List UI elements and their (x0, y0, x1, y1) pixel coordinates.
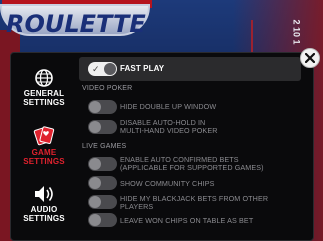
speaker-icon (35, 186, 53, 202)
toggle-knob (89, 158, 101, 170)
toggle-knob (89, 214, 101, 226)
hide-double-up-label: HIDE DOUBLE UP WINDOW (120, 102, 217, 111)
auto-confirm-label: ENABLE AUTO CONFIRMED BETS (APPLICABLE F… (120, 155, 264, 172)
logo-text: ROULETTE (6, 10, 146, 38)
toggle-knob (89, 121, 101, 133)
hide-blackjack-bets-label: HIDE MY BLACKJACK BETS FROM OTHER PLAYER… (120, 194, 269, 211)
sidebar-item-label: AUDIO SETTINGS (23, 205, 65, 223)
sidebar-item-general-settings[interactable]: GENERAL SETTINGS (11, 67, 77, 107)
section-title-video-poker: VIDEO POKER (82, 85, 133, 92)
toggle-knob (89, 101, 101, 113)
globe-gear-icon (35, 69, 53, 87)
setting-row-community-chips: SHOW COMMUNITY CHIPS (79, 175, 309, 193)
toggle-knob (104, 63, 116, 75)
fast-play-row: ✓ FAST PLAY (79, 57, 301, 81)
close-icon (305, 53, 315, 63)
setting-row-leave-won-chips: LEAVE WON CHIPS ON TABLE AS BET (79, 212, 309, 230)
auto-confirm-toggle[interactable] (88, 157, 117, 171)
toggle-knob (89, 177, 101, 189)
sidebar-item-audio-settings[interactable]: AUDIO SETTINGS (11, 183, 77, 223)
sidebar-item-label: GAME SETTINGS (23, 148, 65, 166)
fast-play-toggle[interactable]: ✓ (88, 62, 117, 76)
community-chips-label: SHOW COMMUNITY CHIPS (120, 179, 215, 188)
sidebar-item-game-settings[interactable]: GAME SETTINGS (11, 124, 77, 166)
settings-content: ✓ FAST PLAY VIDEO POKER HIDE DOUBLE UP W… (79, 53, 313, 240)
community-chips-toggle[interactable] (88, 176, 117, 190)
section-title-live-games: LIVE GAMES (82, 143, 127, 150)
settings-sidebar: GENERAL SETTINGS GAME SETTINGS AUDIO SET… (11, 53, 77, 240)
sidebar-item-label: GENERAL SETTINGS (23, 89, 65, 107)
fast-play-label: FAST PLAY (120, 64, 165, 73)
table-number: 2 10 1 (291, 19, 302, 45)
cards-icon (33, 126, 55, 146)
disable-auto-hold-label: DISABLE AUTO-HOLD IN MULTI-HAND VIDEO PO… (120, 118, 218, 135)
setting-row-disable-auto-hold: DISABLE AUTO-HOLD IN MULTI-HAND VIDEO PO… (79, 117, 309, 137)
setting-row-hide-blackjack-bets: HIDE MY BLACKJACK BETS FROM OTHER PLAYER… (79, 193, 309, 213)
leave-won-chips-toggle[interactable] (88, 213, 117, 227)
close-button[interactable] (300, 48, 320, 68)
hide-double-up-toggle[interactable] (88, 100, 117, 114)
setting-row-hide-double-up: HIDE DOUBLE UP WINDOW (79, 98, 309, 116)
leave-won-chips-label: LEAVE WON CHIPS ON TABLE AS BET (120, 216, 254, 225)
game-logo: ROULETTE (0, 0, 160, 40)
disable-auto-hold-toggle[interactable] (88, 120, 117, 134)
toggle-knob (89, 196, 101, 208)
check-icon: ✓ (92, 64, 100, 74)
setting-row-auto-confirm: ENABLE AUTO CONFIRMED BETS (APPLICABLE F… (79, 154, 309, 174)
hide-blackjack-bets-toggle[interactable] (88, 195, 117, 209)
